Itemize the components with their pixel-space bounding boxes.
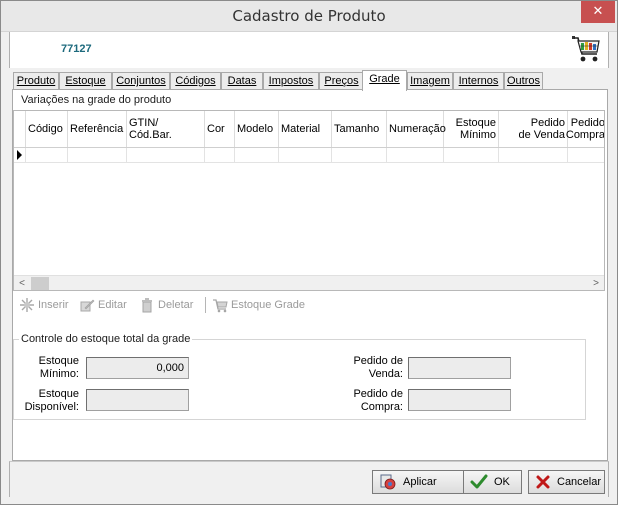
stock-grade-button[interactable]: Estoque Grade bbox=[212, 296, 305, 314]
tab-internos[interactable]: Internos bbox=[453, 72, 504, 90]
column-header-material[interactable]: Material bbox=[279, 111, 332, 147]
column-header-pedido-compra[interactable]: Pedido Compra bbox=[566, 111, 604, 147]
scroll-left-arrow-icon[interactable]: < bbox=[14, 276, 30, 290]
toolbar-separator bbox=[205, 297, 206, 313]
tab-datas[interactable]: Datas bbox=[221, 72, 263, 90]
cell-pedido-venda[interactable] bbox=[499, 148, 568, 162]
tab-outros[interactable]: Outros bbox=[504, 72, 543, 90]
ok-button[interactable]: OK bbox=[463, 470, 522, 494]
cell-pedido-compra[interactable] bbox=[568, 148, 604, 162]
cell-referencia[interactable] bbox=[68, 148, 127, 162]
tab-impostos[interactable]: Impostos bbox=[263, 72, 319, 90]
tab-imagem[interactable]: Imagem bbox=[407, 72, 453, 90]
available-stock-label: Estoque Disponível: bbox=[24, 388, 79, 413]
insert-button[interactable]: Inserir bbox=[19, 296, 69, 314]
sales-order-field[interactable] bbox=[408, 357, 511, 379]
purchase-order-label: Pedido de Compra: bbox=[353, 388, 403, 413]
edit-label: Editar bbox=[98, 299, 127, 311]
cell-estoque-minimo[interactable] bbox=[444, 148, 499, 162]
tab-estoque[interactable]: Estoque bbox=[59, 72, 112, 90]
cancel-x-icon bbox=[536, 475, 550, 489]
purchase-order-field[interactable] bbox=[408, 389, 511, 411]
close-icon: ✕ bbox=[592, 4, 604, 19]
scroll-thumb[interactable] bbox=[31, 277, 49, 290]
column-header-estoque-minimo[interactable]: Estoque Mínimo bbox=[444, 111, 499, 147]
check-icon bbox=[470, 474, 488, 489]
column-header-codigo[interactable]: Código bbox=[26, 111, 68, 147]
cell-cor[interactable] bbox=[205, 148, 235, 162]
delete-label: Deletar bbox=[158, 299, 194, 311]
column-header-cor[interactable]: Cor bbox=[205, 111, 235, 147]
column-header-gtin[interactable]: GTIN/ Cód.Bar. bbox=[127, 111, 205, 147]
tab-precos[interactable]: Preços bbox=[319, 72, 364, 90]
trash-icon bbox=[142, 298, 152, 313]
column-header-pedido-venda[interactable]: Pedido de Venda bbox=[499, 111, 568, 147]
window-title: Cadastro de Produto bbox=[232, 7, 386, 25]
tab-grade[interactable]: Grade bbox=[362, 70, 407, 91]
column-header-modelo[interactable]: Modelo bbox=[235, 111, 279, 147]
cell-gtin[interactable] bbox=[127, 148, 205, 162]
edit-button[interactable]: Editar bbox=[79, 296, 127, 314]
product-code: 77127 bbox=[61, 43, 92, 55]
grid-header: Código Referência GTIN/ Cód.Bar. Cor Mod… bbox=[14, 111, 604, 148]
min-stock-label: Estoque Mínimo: bbox=[38, 355, 79, 380]
column-header-tamanho[interactable]: Tamanho bbox=[332, 111, 387, 147]
column-header-referencia[interactable]: Referência bbox=[68, 111, 127, 147]
scroll-right-arrow-icon[interactable]: > bbox=[588, 276, 604, 290]
grid-toolbar: Inserir Editar Deletar Estoque Grade bbox=[15, 295, 605, 315]
product-registration-window: Cadastro de Produto ✕ 77127 Produto Esto… bbox=[0, 0, 618, 505]
cell-numeracao[interactable] bbox=[387, 148, 444, 162]
stock-control-group-title: Controle do estoque total da grade bbox=[19, 333, 193, 345]
horizontal-scrollbar[interactable]: < > bbox=[14, 275, 604, 290]
shopping-cart-icon bbox=[572, 36, 600, 62]
cart-grade-icon bbox=[213, 299, 228, 313]
apply-label: Aplicar bbox=[403, 476, 437, 488]
ok-label: OK bbox=[494, 476, 510, 488]
cell-codigo[interactable] bbox=[26, 148, 68, 162]
apply-button[interactable]: Aplicar bbox=[372, 470, 472, 494]
delete-button[interactable]: Deletar bbox=[139, 296, 193, 314]
min-stock-field[interactable]: 0,000 bbox=[86, 357, 189, 379]
grid-indicator-header bbox=[14, 111, 26, 147]
variations-grid[interactable]: Código Referência GTIN/ Cód.Bar. Cor Mod… bbox=[13, 110, 605, 291]
cancel-label: Cancelar bbox=[557, 476, 602, 488]
cell-tamanho[interactable] bbox=[332, 148, 387, 162]
column-header-numeracao[interactable]: Numeração bbox=[387, 111, 446, 147]
close-button[interactable]: ✕ bbox=[581, 1, 615, 23]
tab-produto[interactable]: Produto bbox=[13, 72, 59, 90]
apply-icon bbox=[380, 474, 396, 490]
cell-material[interactable] bbox=[279, 148, 332, 162]
variations-group-title: Variações na grade do produto bbox=[20, 94, 173, 106]
cancel-button[interactable]: Cancelar bbox=[528, 470, 605, 494]
dialog-footer: Aplicar OK Cancelar bbox=[9, 461, 609, 497]
title-bar[interactable]: Cadastro de Produto ✕ bbox=[1, 1, 617, 32]
available-stock-field[interactable] bbox=[86, 389, 189, 411]
insert-label: Inserir bbox=[38, 299, 69, 311]
table-row[interactable] bbox=[14, 148, 604, 163]
sales-order-label: Pedido de Venda: bbox=[353, 355, 403, 380]
stock-grade-label: Estoque Grade bbox=[231, 299, 305, 311]
cell-modelo[interactable] bbox=[235, 148, 279, 162]
row-indicator-cell bbox=[14, 148, 26, 162]
tab-codigos[interactable]: Códigos bbox=[170, 72, 221, 90]
current-row-arrow-icon bbox=[17, 150, 22, 160]
product-header: 77127 bbox=[9, 32, 609, 68]
insert-icon bbox=[20, 298, 34, 312]
tab-conjuntos[interactable]: Conjuntos bbox=[112, 72, 170, 90]
edit-icon bbox=[80, 299, 95, 312]
